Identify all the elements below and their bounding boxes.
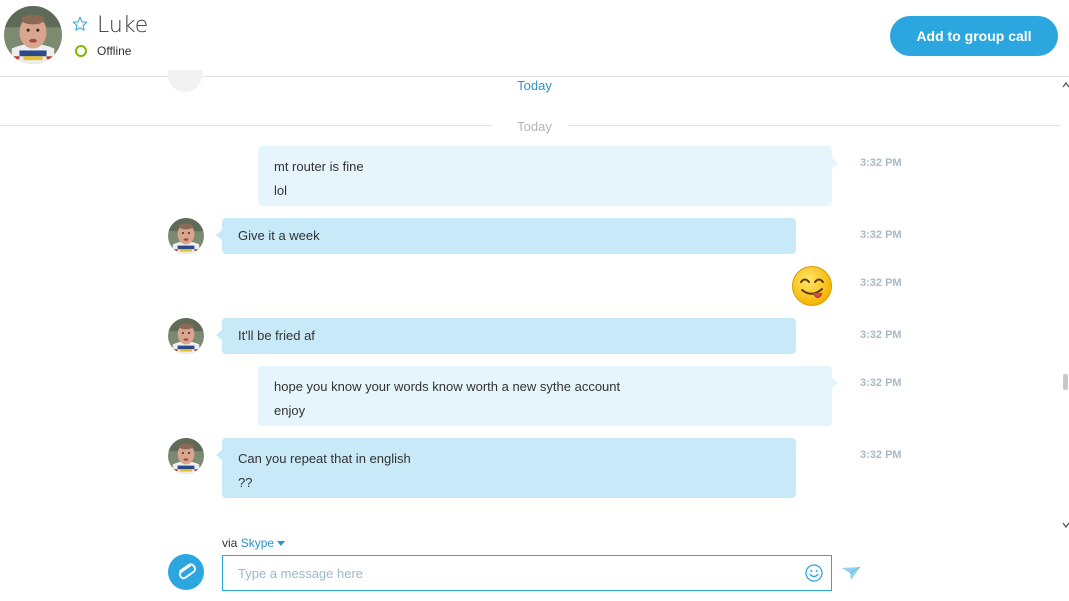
message-line: mt router is fine: [274, 159, 364, 174]
add-to-group-call-button[interactable]: Add to group call: [890, 16, 1058, 56]
message-bubble-sent[interactable]: mt router is fine lol: [258, 146, 838, 206]
message-bubble-sent[interactable]: hope you know your words know worth a ne…: [258, 366, 838, 426]
message-line: Give it a week: [238, 228, 320, 243]
offline-status-icon: [75, 45, 87, 57]
yum-emoji-icon[interactable]: [791, 265, 833, 307]
attach-file-button[interactable]: [168, 554, 204, 590]
favorite-star-icon[interactable]: [71, 15, 89, 33]
message-line: Can you repeat that in english: [238, 451, 411, 466]
sender-avatar[interactable]: [168, 318, 204, 354]
scroll-down-arrow-icon[interactable]: [1062, 520, 1069, 530]
contact-name[interactable]: Luke: [97, 13, 148, 38]
conversation-header: Luke Offline Add to group call: [0, 0, 1069, 77]
sender-avatar[interactable]: [168, 438, 204, 474]
message-line: enjoy: [274, 403, 306, 418]
day-divider-label: Today: [501, 119, 568, 134]
via-service-link[interactable]: Skype: [241, 536, 274, 550]
message-timestamp: 3:32 PM: [860, 157, 902, 169]
chevron-down-icon[interactable]: [277, 541, 286, 547]
sender-avatar[interactable]: [168, 218, 204, 254]
via-service-selector[interactable]: via Skype: [222, 536, 286, 550]
send-message-icon[interactable]: [840, 563, 862, 583]
message-timestamp: 3:32 PM: [860, 377, 902, 389]
sticky-day-header: Today: [517, 78, 552, 93]
message-timestamp: 3:32 PM: [860, 329, 902, 341]
message-timestamp: 3:32 PM: [860, 277, 902, 289]
message-line: lol: [274, 183, 288, 198]
contact-avatar[interactable]: [4, 6, 62, 64]
emoticon-picker-icon[interactable]: [804, 563, 824, 583]
message-timestamp: 3:32 PM: [860, 449, 902, 461]
paperclip-icon: [178, 563, 197, 580]
message-bubble-received[interactable]: Give it a week: [216, 218, 796, 254]
scroll-up-arrow-icon[interactable]: [1062, 80, 1069, 90]
message-line: hope you know your words know worth a ne…: [274, 379, 621, 394]
via-prefix: via: [222, 536, 238, 550]
message-bubble-received[interactable]: Can you repeat that in english ??: [216, 438, 796, 498]
message-input[interactable]: [222, 555, 832, 591]
day-divider: Today: [0, 119, 1069, 134]
scrollbar-thumb[interactable]: [1063, 374, 1068, 390]
message-line: ??: [238, 475, 253, 490]
message-bubble-received[interactable]: It'll be fried af: [216, 318, 796, 354]
message-timestamp: 3:32 PM: [860, 229, 902, 241]
message-line: It'll be fried af: [238, 328, 315, 343]
contact-status: Offline: [97, 44, 132, 58]
